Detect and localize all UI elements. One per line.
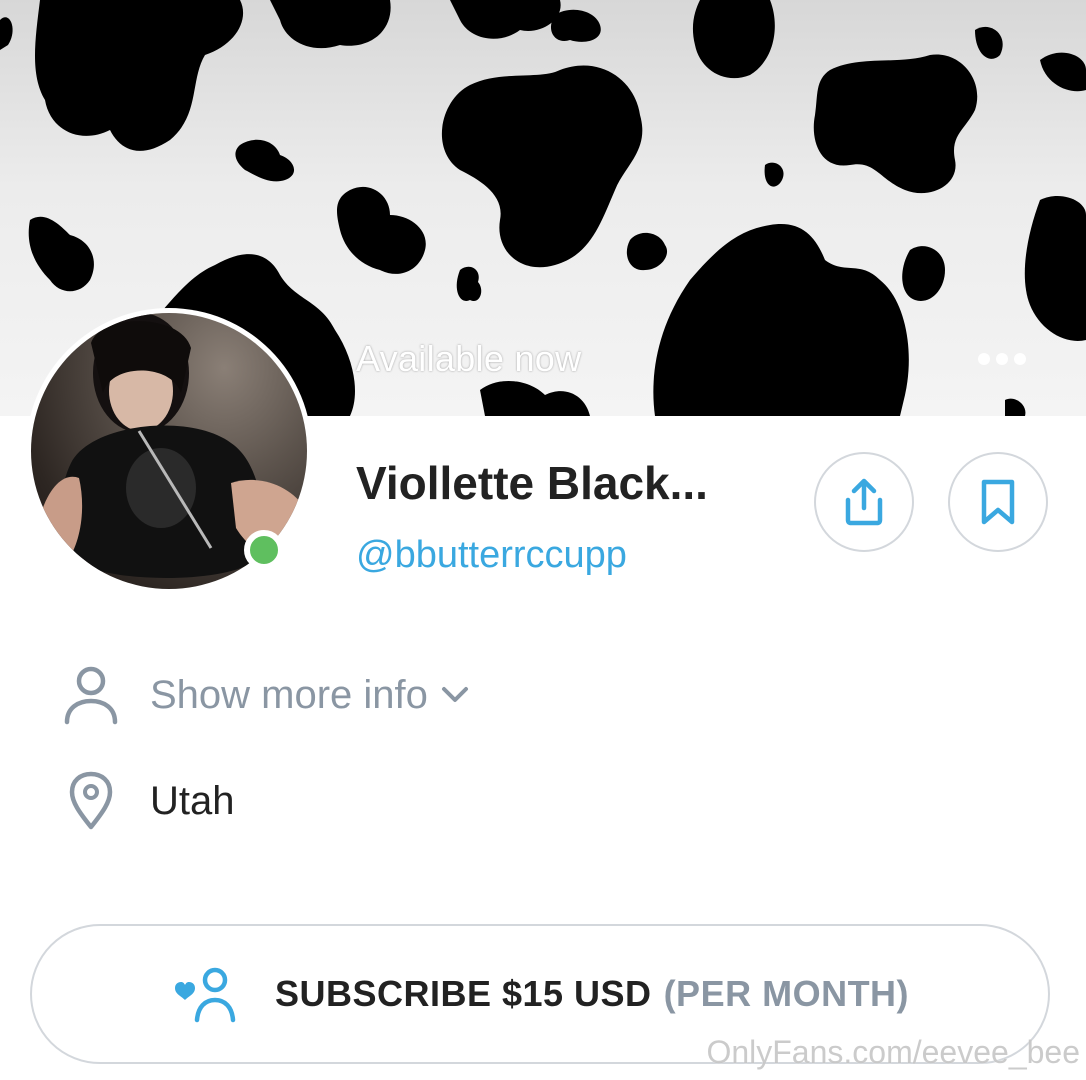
profile-handle[interactable]: @bbutterrccupp (356, 534, 627, 577)
more-dots-icon[interactable] (978, 348, 1030, 370)
chevron-down-icon (440, 685, 470, 705)
share-upload-icon (845, 478, 883, 526)
show-more-info[interactable]: Show more info (60, 664, 470, 726)
bookmark-icon (981, 479, 1015, 525)
location-text: Utah (150, 778, 235, 823)
watermark-text: OnlyFans.com/eevee_bee (706, 1034, 1080, 1070)
subscribe-period: (PER MONTH) (663, 973, 910, 1014)
subscribe-label: SUBSCRIBE $15 USD (274, 973, 652, 1014)
bookmark-button[interactable] (948, 452, 1048, 552)
availability-status: Available now (356, 338, 582, 379)
show-more-info-label: Show more info (150, 672, 428, 717)
person-icon (60, 664, 122, 726)
online-status-indicator (244, 530, 284, 570)
share-button[interactable] (814, 452, 914, 552)
heart-user-icon (171, 964, 241, 1024)
map-pin-icon (60, 770, 122, 832)
profile-display-name: Viollette Black... (356, 457, 708, 509)
location-row: Utah (60, 770, 235, 832)
